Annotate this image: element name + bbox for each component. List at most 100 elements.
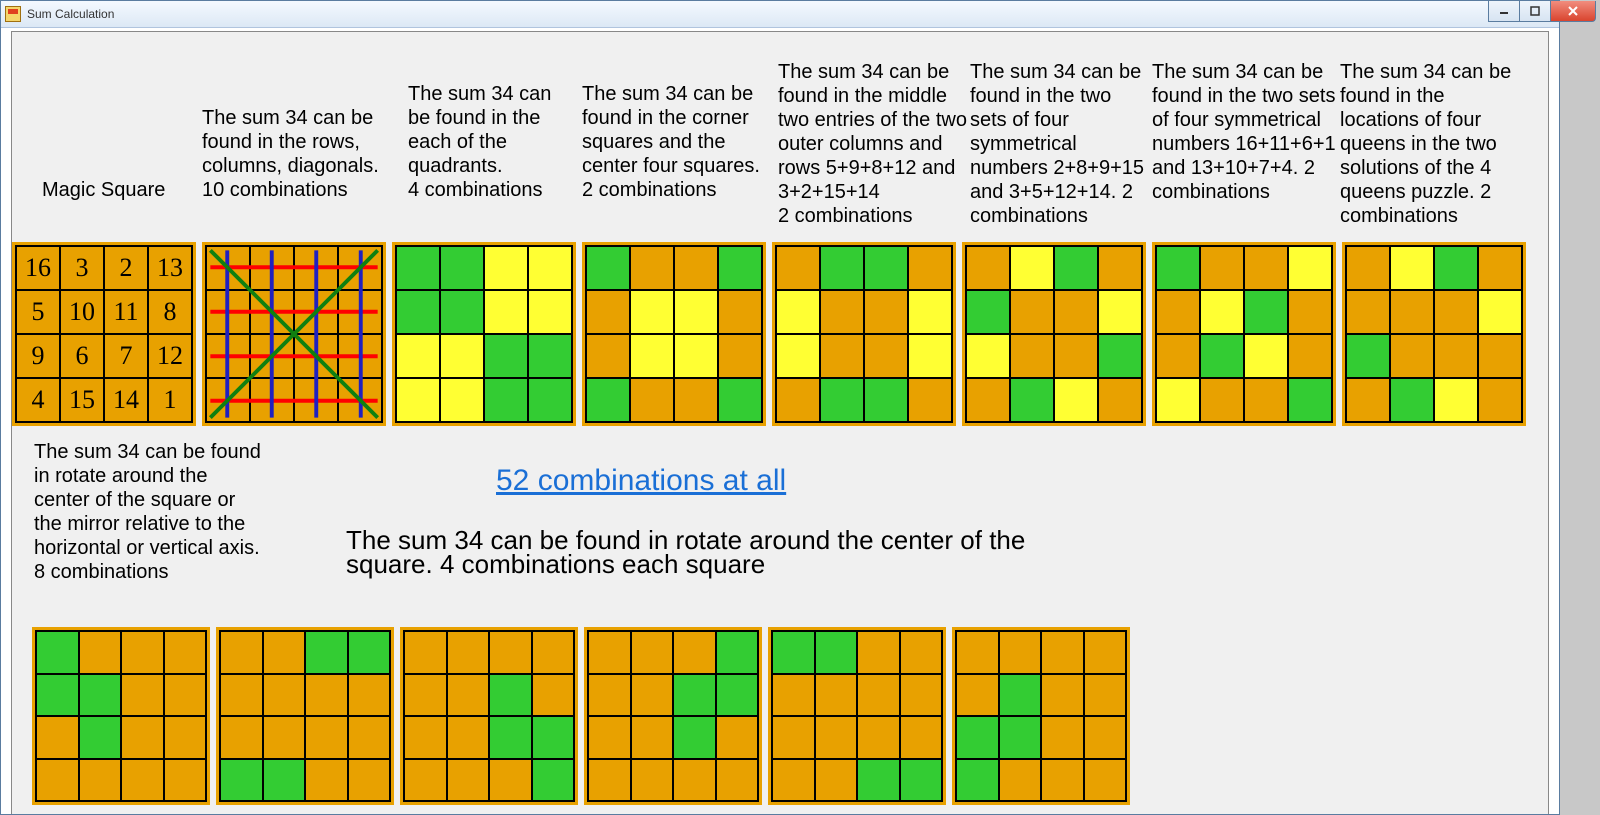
pattern-cell xyxy=(900,759,943,802)
pattern-cell xyxy=(447,674,490,717)
label-magic-square: Magic Square xyxy=(42,178,202,202)
pattern-cell xyxy=(305,631,348,674)
pattern-cell xyxy=(631,674,674,717)
pattern-cell xyxy=(673,631,716,674)
grid-corners-center xyxy=(582,242,766,426)
pattern-cell xyxy=(776,334,820,378)
pattern-cell xyxy=(1041,759,1084,802)
magic-cell: 1 xyxy=(148,378,192,422)
pattern-cell xyxy=(586,334,630,378)
pattern-cell xyxy=(36,674,79,717)
pattern-cell xyxy=(79,716,122,759)
pattern-cell xyxy=(772,631,815,674)
magic-cell: 16 xyxy=(16,246,60,290)
grid-sym2 xyxy=(1152,242,1336,426)
grid-queens xyxy=(1342,242,1526,426)
pattern-cell xyxy=(1054,334,1098,378)
grid-rot-2 xyxy=(216,627,394,805)
label-c7: The sum 34 can be found in the two sets … xyxy=(1152,60,1337,204)
label-rotate-mirror: The sum 34 can be found in rotate around… xyxy=(34,440,264,584)
pattern-cell xyxy=(673,759,716,802)
grid-rot-5 xyxy=(768,627,946,805)
magic-cell: 8 xyxy=(148,290,192,334)
pattern-cell xyxy=(440,290,484,334)
pattern-cell xyxy=(716,631,759,674)
pattern-cell xyxy=(1390,378,1434,422)
pattern-cell xyxy=(815,759,858,802)
pattern-cell xyxy=(348,631,391,674)
client-area: Magic Square The sum 34 can be found in … xyxy=(11,31,1549,814)
pattern-cell xyxy=(864,334,908,378)
pattern-cell xyxy=(772,759,815,802)
maximize-button[interactable] xyxy=(1519,1,1551,22)
grid-rot-3 xyxy=(400,627,578,805)
pattern-cell xyxy=(772,674,815,717)
pattern-cell xyxy=(900,716,943,759)
pattern-cell xyxy=(966,246,1010,290)
pattern-cell xyxy=(489,674,532,717)
grid-magic-square: 16321351011896712415141 xyxy=(12,242,196,426)
pattern-cell xyxy=(966,378,1010,422)
magic-cell: 9 xyxy=(16,334,60,378)
pattern-cell xyxy=(121,631,164,674)
pattern-cell xyxy=(36,631,79,674)
label-c8: The sum 34 can be found in the locations… xyxy=(1340,60,1525,228)
magic-cell: 6 xyxy=(60,334,104,378)
pattern-cell xyxy=(1434,290,1478,334)
pattern-cell xyxy=(630,378,674,422)
pattern-cell xyxy=(489,716,532,759)
label-c5: The sum 34 can be found in the middle tw… xyxy=(778,60,968,228)
pattern-cell xyxy=(673,674,716,717)
pattern-cell xyxy=(1346,290,1390,334)
pattern-cell xyxy=(440,334,484,378)
pattern-cell xyxy=(586,290,630,334)
pattern-cell xyxy=(1346,334,1390,378)
pattern-cell xyxy=(404,631,447,674)
pattern-cell xyxy=(404,674,447,717)
pattern-cell xyxy=(121,716,164,759)
pattern-cell xyxy=(1390,334,1434,378)
grid-middle-outer xyxy=(772,242,956,426)
close-button[interactable] xyxy=(1550,1,1596,22)
pattern-cell xyxy=(532,759,575,802)
pattern-cell xyxy=(718,378,762,422)
pattern-cell xyxy=(820,334,864,378)
title-bar[interactable]: Sum Calculation xyxy=(1,1,1559,28)
pattern-cell xyxy=(1390,290,1434,334)
pattern-cell xyxy=(164,674,207,717)
row1-labels: Magic Square The sum 34 can be found in … xyxy=(12,32,1548,242)
pattern-cell xyxy=(718,246,762,290)
link-52-combinations[interactable]: 52 combinations at all xyxy=(496,464,786,498)
grid-rot-1 xyxy=(32,627,210,805)
pattern-cell xyxy=(820,246,864,290)
pattern-cell xyxy=(820,378,864,422)
pattern-cell xyxy=(1244,378,1288,422)
pattern-cell xyxy=(1434,246,1478,290)
pattern-cell xyxy=(36,759,79,802)
pattern-cell xyxy=(263,716,306,759)
pattern-cell xyxy=(1156,334,1200,378)
pattern-cell xyxy=(956,674,999,717)
magic-cell: 3 xyxy=(60,246,104,290)
pattern-cell xyxy=(1041,631,1084,674)
pattern-cell xyxy=(999,631,1042,674)
pattern-cell xyxy=(532,631,575,674)
pattern-cell xyxy=(528,378,572,422)
pattern-cell xyxy=(674,290,718,334)
pattern-cell xyxy=(1288,246,1332,290)
pattern-cell xyxy=(588,759,631,802)
pattern-cell xyxy=(1010,334,1054,378)
pattern-cell xyxy=(1434,334,1478,378)
pattern-cell xyxy=(586,378,630,422)
window-title: Sum Calculation xyxy=(27,7,114,21)
pattern-cell xyxy=(999,674,1042,717)
pattern-cell xyxy=(348,716,391,759)
pattern-cell xyxy=(305,716,348,759)
pattern-cell xyxy=(900,631,943,674)
pattern-cell xyxy=(484,246,528,290)
pattern-cell xyxy=(1200,290,1244,334)
row2-grids xyxy=(32,627,1568,813)
pattern-cell xyxy=(1346,378,1390,422)
minimize-button[interactable] xyxy=(1488,1,1520,22)
pattern-cell xyxy=(220,631,263,674)
